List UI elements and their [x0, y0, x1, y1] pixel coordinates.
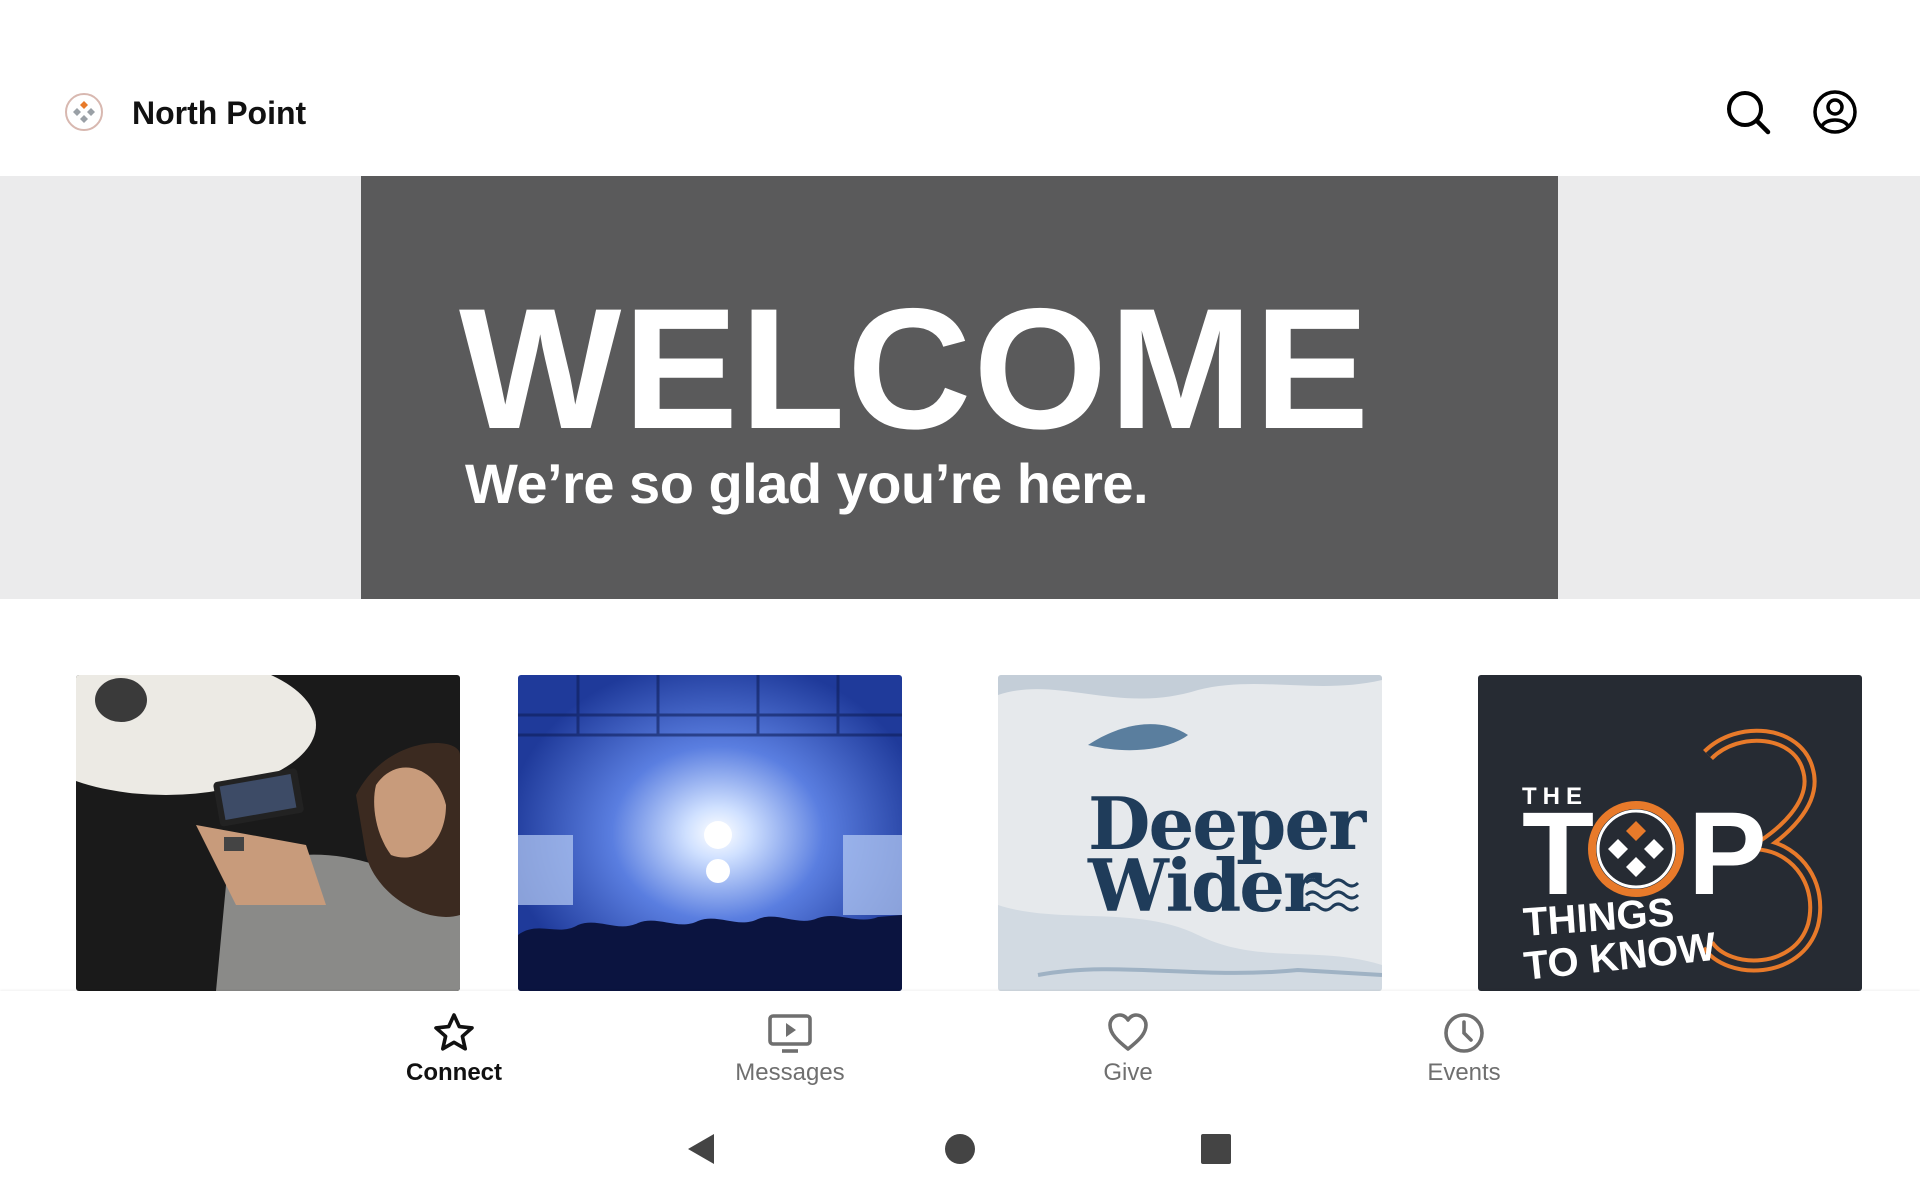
nav-connect[interactable]: Connect	[354, 991, 554, 1097]
hero-headline: WELCOME	[459, 273, 1372, 465]
system-back-button[interactable]	[684, 1131, 720, 1167]
welcome-banner[interactable]: WELCOME We’re so glad you’re here.	[361, 176, 1558, 599]
star-icon	[434, 1013, 474, 1051]
account-button[interactable]	[1809, 86, 1861, 138]
content-tile-filming[interactable]	[76, 675, 460, 991]
recents-square-icon	[1201, 1134, 1231, 1164]
nav-messages[interactable]: Messages	[690, 991, 890, 1097]
system-navigation-bar	[0, 1097, 1920, 1200]
hero-subtext: We’re so glad you’re here.	[465, 452, 1149, 515]
search-button[interactable]	[1722, 86, 1774, 138]
back-triangle-icon	[688, 1134, 714, 1164]
app-title: North Point	[132, 95, 307, 131]
deeper-wider-line2: Wider	[1088, 843, 1321, 928]
heart-icon	[1108, 1013, 1148, 1051]
app-header: North Point	[0, 0, 1920, 176]
nav-give[interactable]: Give	[1028, 991, 1228, 1097]
north-point-logo-icon[interactable]	[64, 92, 104, 132]
content-tile-deeper-wider[interactable]: Deeper Wider	[998, 675, 1382, 991]
concert-stage-image	[518, 675, 902, 991]
account-circle-icon	[1813, 90, 1857, 134]
top3-t-letter: T	[1522, 788, 1595, 920]
nav-messages-label: Messages	[735, 1059, 845, 1086]
nav-connect-label: Connect	[406, 1059, 502, 1086]
nav-events-label: Events	[1427, 1059, 1501, 1086]
video-play-icon	[768, 1014, 812, 1053]
search-icon	[1727, 91, 1771, 135]
waves-icon	[1304, 878, 1360, 912]
hero-section: WELCOME We’re so glad you’re here.	[0, 176, 1920, 599]
content-tile-worship[interactable]	[518, 675, 902, 991]
clock-icon	[1444, 1013, 1484, 1053]
home-circle-icon	[945, 1134, 975, 1164]
nav-events[interactable]: Events	[1364, 991, 1564, 1097]
person-filming-image	[76, 675, 460, 991]
bottom-navigation: Connect Messages Give Events	[0, 991, 1920, 1097]
top3-p-letter: P	[1688, 788, 1767, 920]
content-tile-top-3[interactable]: THE T P THINGS TO KNOW	[1478, 675, 1862, 991]
system-recents-button[interactable]	[1198, 1131, 1234, 1167]
system-home-button[interactable]	[942, 1131, 978, 1167]
nav-give-label: Give	[1103, 1059, 1153, 1086]
